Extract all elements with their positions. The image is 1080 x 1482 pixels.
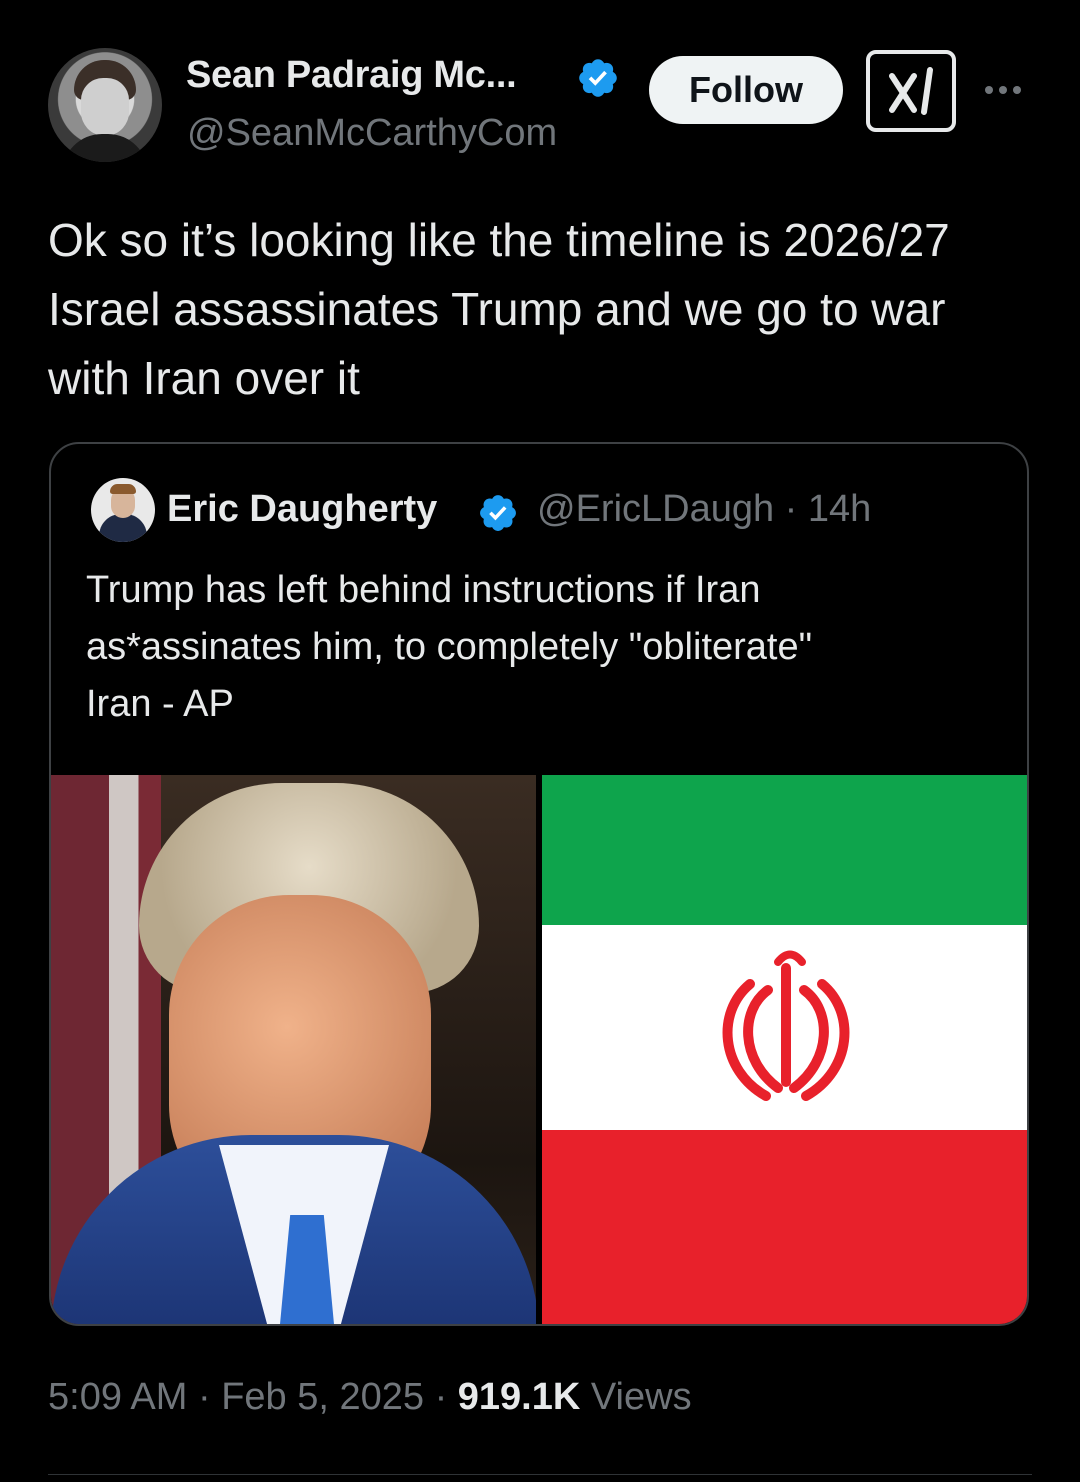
iran-flag-image[interactable] — [542, 775, 1027, 1324]
more-options-icon[interactable] — [985, 76, 1029, 104]
quoted-media-grid[interactable] — [51, 775, 1027, 1324]
grok-glyph-icon — [889, 67, 933, 115]
tweet-meta: 5:09 AM · Feb 5, 2025 · 919.1K Views — [48, 1376, 692, 1419]
quoted-tweet-text: Trump has left behind instructions if Ir… — [86, 569, 813, 725]
quoted-verified-badge-icon — [480, 495, 516, 531]
quoted-handle-time[interactable]: @EricLDaugh · 14h — [537, 488, 871, 531]
author-display-name[interactable]: Sean Padraig Mc... — [186, 54, 517, 97]
verified-badge-icon — [579, 59, 617, 97]
tweet-time-date[interactable]: 5:09 AM · Feb 5, 2025 · — [48, 1376, 458, 1418]
quoted-tweet-card[interactable]: Eric Daugherty @EricLDaugh · 14h Trump h… — [49, 442, 1029, 1326]
views-label: Views — [580, 1376, 692, 1418]
divider — [48, 1474, 1032, 1475]
flag-green-stripe — [542, 775, 1027, 925]
views-count: 919.1K — [457, 1376, 581, 1418]
iran-emblem-icon — [722, 950, 850, 1101]
author-handle[interactable]: @SeanMcCarthyCom — [187, 112, 557, 155]
portrait-photo[interactable] — [51, 775, 536, 1324]
follow-button[interactable]: Follow — [649, 56, 843, 124]
author-avatar[interactable] — [48, 48, 162, 162]
quoted-author-display-name[interactable]: Eric Daugherty — [167, 488, 437, 531]
quoted-author-avatar[interactable] — [91, 478, 155, 542]
tweet-text: Ok so it’s looking like the timeline is … — [48, 214, 950, 404]
grok-icon[interactable] — [866, 50, 956, 132]
flag-red-stripe — [542, 1130, 1027, 1324]
